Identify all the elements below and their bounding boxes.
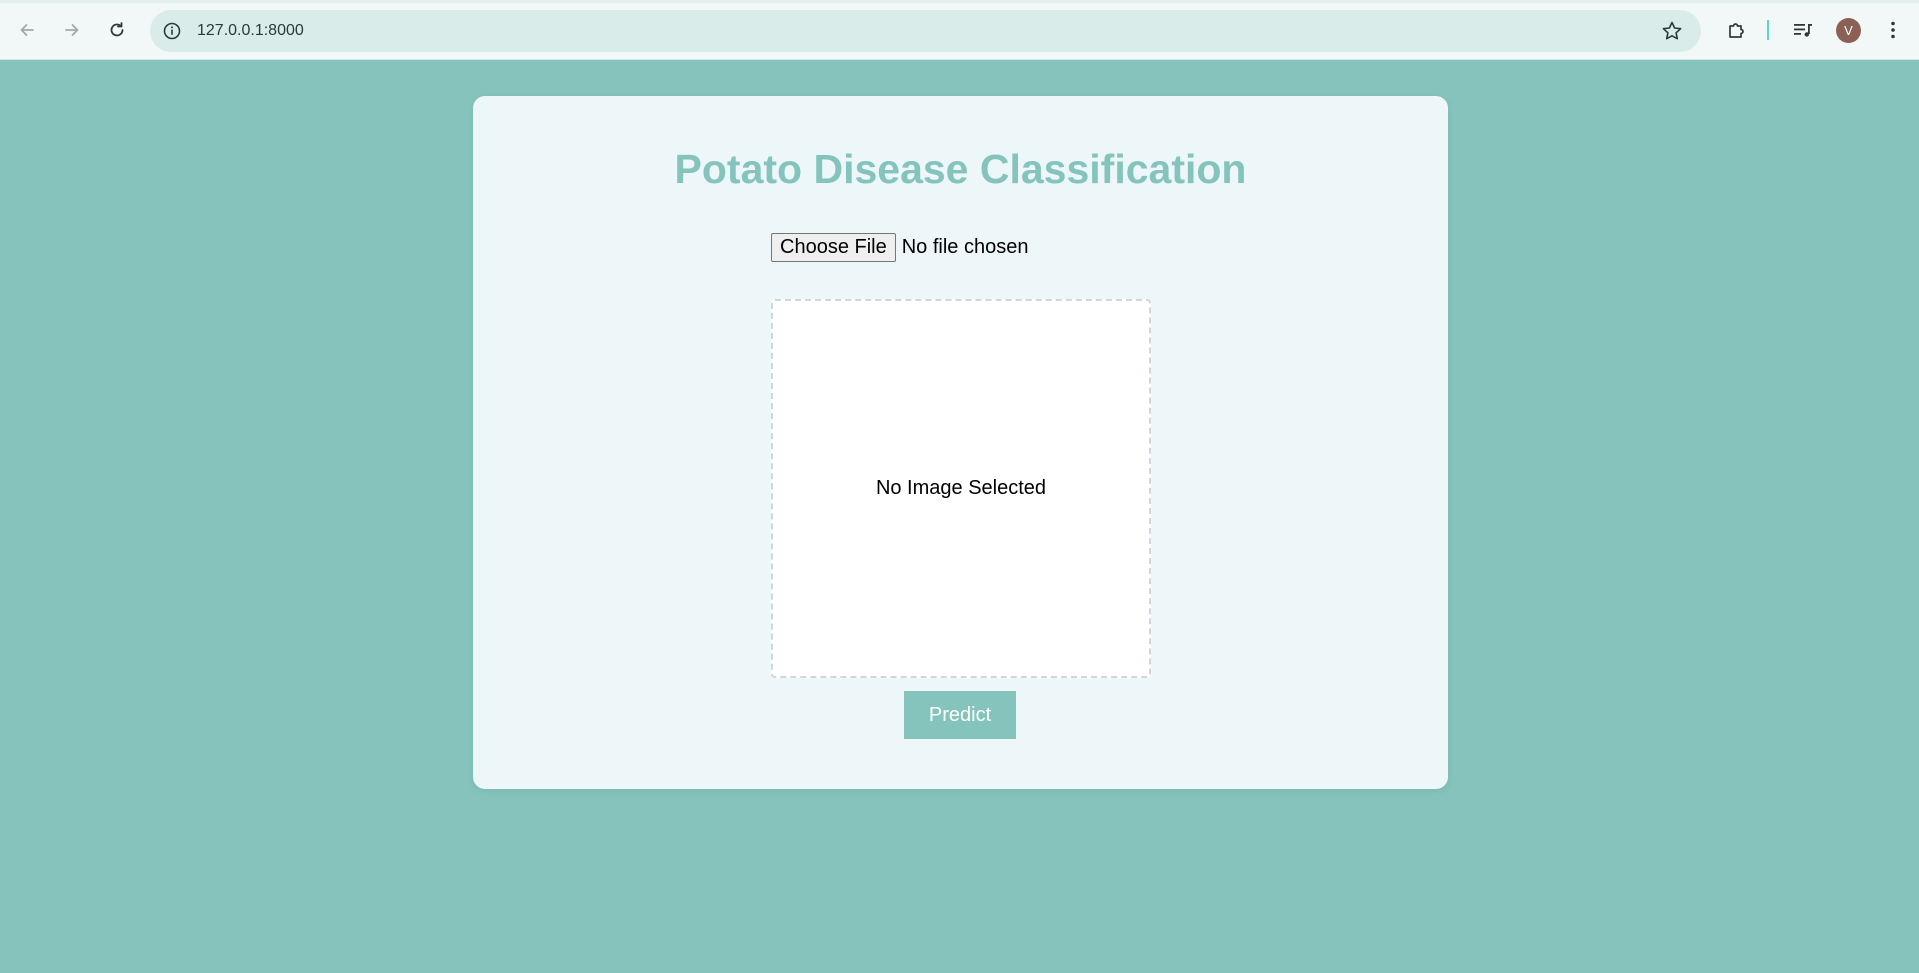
puzzle-icon[interactable]	[1724, 17, 1750, 43]
choose-file-button[interactable]: Choose File	[771, 232, 896, 262]
arrow-left-icon	[20, 24, 34, 36]
avatar-letter: V	[1844, 23, 1853, 38]
image-preview: No Image Selected	[771, 299, 1151, 678]
toolbar-separator	[1767, 20, 1769, 40]
back-button[interactable]	[10, 13, 44, 47]
info-icon[interactable]	[160, 19, 184, 43]
star-icon[interactable]	[1661, 20, 1683, 42]
arrow-right-icon	[65, 24, 79, 36]
address-bar[interactable]: 127.0.0.1:8000	[150, 10, 1701, 52]
reload-icon	[110, 22, 124, 37]
avatar[interactable]: V	[1836, 18, 1861, 43]
reload-button[interactable]	[100, 13, 134, 47]
predict-button[interactable]: Predict	[904, 691, 1016, 739]
address-url[interactable]: 127.0.0.1:8000	[197, 22, 304, 40]
preview-placeholder: No Image Selected	[875, 477, 1047, 499]
page-title: Potato Disease Classification	[674, 146, 1247, 192]
file-input[interactable]: Choose File No file chosen	[771, 232, 1028, 262]
kebab-menu-icon[interactable]	[1880, 17, 1906, 43]
browser-toolbar: 127.0.0.1:8000 V	[0, 0, 1919, 60]
forward-button[interactable]	[55, 13, 89, 47]
file-status: No file chosen	[901, 235, 1029, 258]
tab-strip-edge	[0, 0, 1919, 3]
classifier-card: Potato Disease Classification Choose Fil…	[473, 96, 1448, 789]
media-queue-icon[interactable]	[1790, 17, 1816, 43]
